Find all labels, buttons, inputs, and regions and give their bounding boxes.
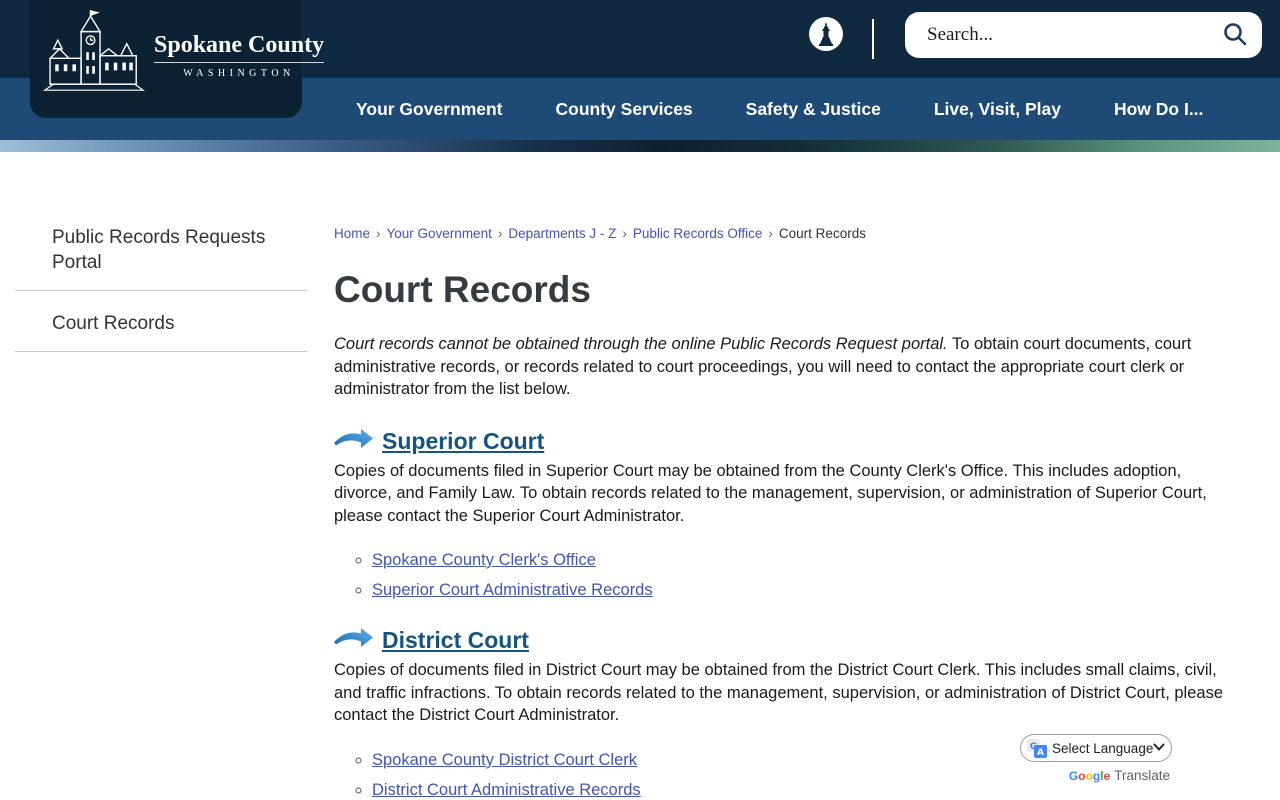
google-translate-icon: G A [1027, 738, 1047, 758]
link-district-admin-records[interactable]: District Court Administrative Records [372, 781, 641, 799]
translate-label: Translate [1114, 768, 1170, 783]
language-select-label: Select Language [1052, 740, 1154, 756]
breadcrumb-separator: › [497, 226, 503, 241]
content-area: Public Records Requests Portal Court Rec… [0, 152, 1280, 800]
breadcrumb-separator: › [376, 226, 381, 241]
search-button[interactable] [1222, 21, 1248, 50]
site-header: Spokane County WASHINGTON Search... Your… [0, 0, 1280, 152]
logo-title: Spokane County [154, 32, 325, 63]
chevron-down-icon [1153, 739, 1165, 757]
link-superior-admin-records[interactable]: Superior Court Administrative Records [372, 581, 653, 599]
header-divider [872, 19, 874, 59]
google-translate-widget: G A Select Language Google Translate [1020, 734, 1172, 783]
breadcrumb: Home › Your Government › Departments J - Z › P… [334, 226, 1234, 241]
district-court-heading-link[interactable]: District Court [382, 627, 529, 654]
language-select[interactable]: G A Select Language [1020, 734, 1172, 762]
breadcrumb-separator: › [768, 226, 773, 241]
nav-safety-justice[interactable]: Safety & Justice [746, 99, 881, 120]
google-logo: Google [1068, 769, 1111, 783]
superior-court-links: Spokane County Clerk's Office Superior C… [334, 551, 1234, 600]
breadcrumb-home[interactable]: Home [334, 226, 370, 241]
sidebar: Public Records Requests Portal Court Rec… [0, 152, 307, 800]
superior-court-section: Superior Court Copies of documents filed… [334, 428, 1234, 601]
superior-court-heading-link[interactable]: Superior Court [382, 428, 544, 455]
nav-how-do-i[interactable]: How Do I... [1114, 99, 1203, 120]
google-translate-branding[interactable]: Google Translate [1020, 768, 1172, 783]
courthouse-illustration-icon [38, 6, 150, 107]
breadcrumb-departments[interactable]: Departments J - Z [508, 226, 616, 241]
nav-county-services[interactable]: County Services [556, 99, 693, 120]
district-court-body: Copies of documents filed in District Co… [334, 661, 1224, 724]
superior-court-heading-row: Superior Court [334, 428, 1234, 455]
sidebar-item-public-records-portal[interactable]: Public Records Requests Portal [15, 205, 307, 291]
arrow-icon [334, 627, 374, 654]
breadcrumb-public-records-office[interactable]: Public Records Office [633, 226, 763, 241]
link-district-court-clerk[interactable]: Spokane County District Court Clerk [372, 751, 637, 769]
search-input[interactable] [925, 23, 1222, 47]
search-icon [1222, 21, 1248, 50]
county-seal-icon[interactable] [809, 17, 843, 51]
list-item: District Court Administrative Records [372, 781, 1234, 800]
arrow-icon [334, 428, 374, 455]
breadcrumb-separator: › [622, 226, 627, 241]
search-box [905, 12, 1262, 58]
intro-paragraph: Court records cannot be obtained through… [334, 333, 1234, 401]
superior-court-body: Copies of documents filed in Superior Co… [334, 461, 1207, 525]
breadcrumb-your-government[interactable]: Your Government [387, 226, 492, 241]
list-item: Spokane County Clerk's Office [372, 551, 1234, 570]
intro-italic-sentence: Court records cannot be obtained through… [334, 335, 948, 353]
svg-text:A: A [1037, 748, 1044, 758]
gradient-strip [0, 140, 1280, 152]
list-item: Superior Court Administrative Records [372, 581, 1234, 600]
county-logo[interactable]: Spokane County WASHINGTON [30, 0, 325, 118]
sidebar-item-court-records[interactable]: Court Records [15, 291, 307, 352]
main-content: Home › Your Government › Departments J - Z › P… [334, 152, 1234, 800]
breadcrumb-current: Court Records [778, 226, 866, 241]
nav-your-government[interactable]: Your Government [356, 99, 503, 120]
district-court-heading-row: District Court [334, 627, 1234, 654]
logo-text: Spokane County WASHINGTON [154, 32, 325, 81]
page: Spokane County WASHINGTON Search... Your… [0, 0, 1280, 800]
link-county-clerks-office[interactable]: Spokane County Clerk's Office [372, 551, 596, 569]
page-title: Court Records [334, 269, 591, 310]
logo-subtitle: WASHINGTON [183, 67, 295, 79]
header-top-bar: Spokane County WASHINGTON [0, 0, 1280, 118]
nav-live-visit-play[interactable]: Live, Visit, Play [934, 99, 1061, 120]
